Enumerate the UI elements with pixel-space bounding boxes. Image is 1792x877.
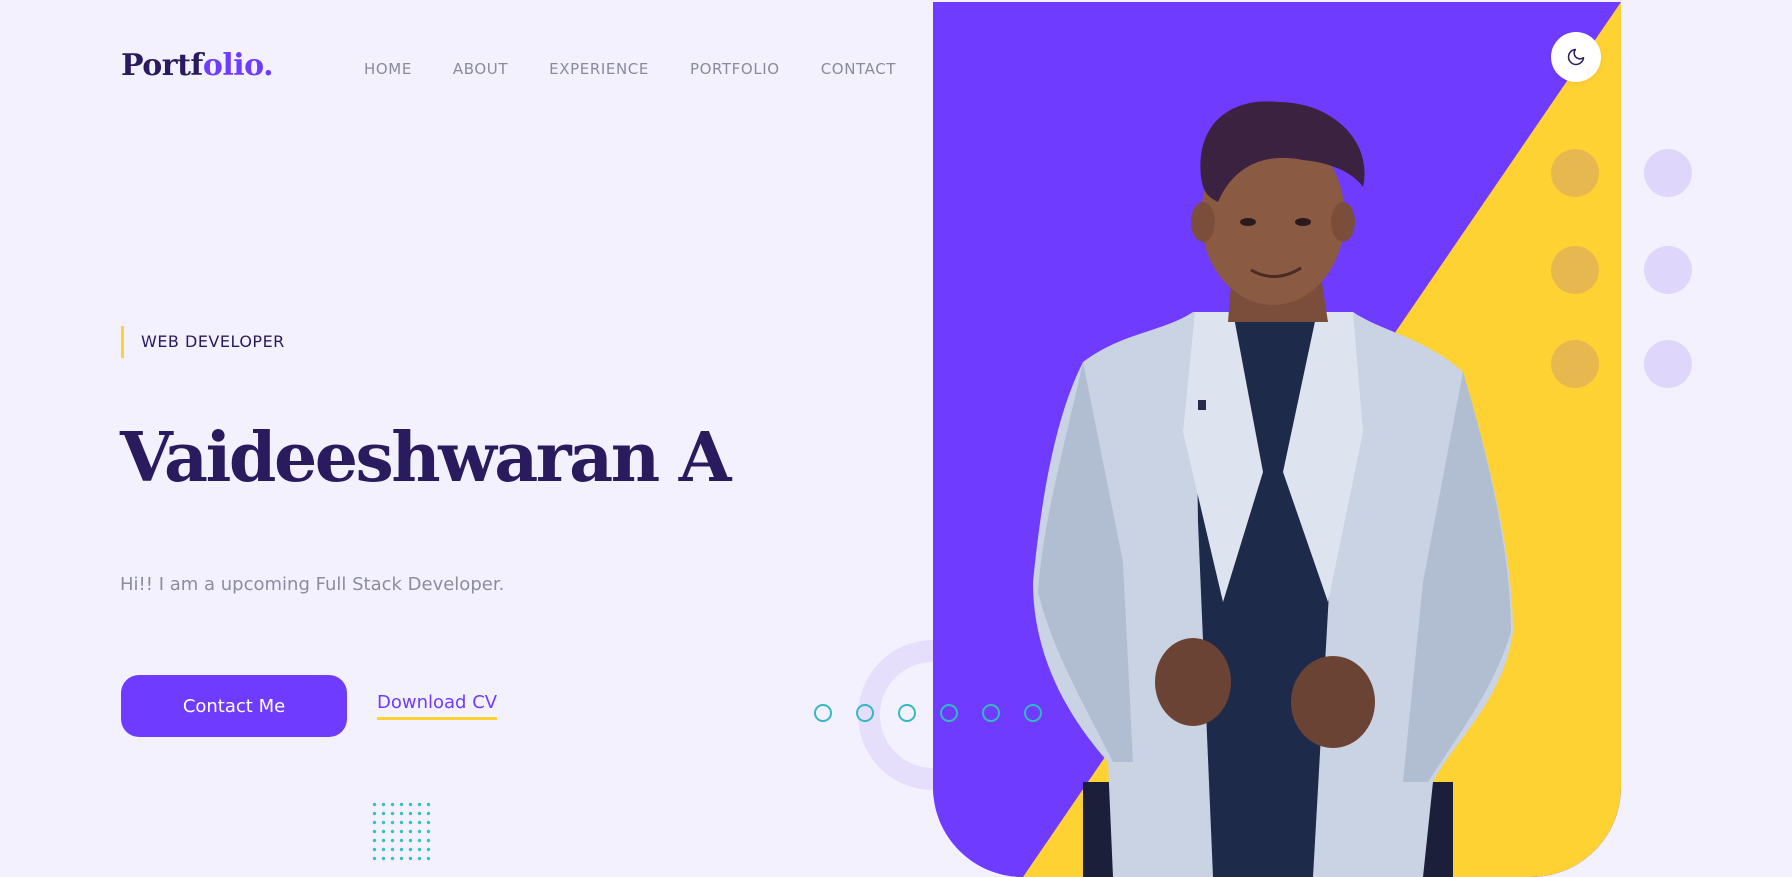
slider-dot[interactable] <box>1024 704 1042 722</box>
slider-dot[interactable] <box>856 704 874 722</box>
gold-bubble-decoration <box>1551 149 1599 197</box>
gold-bubble-decoration <box>1551 340 1599 388</box>
download-cv-link[interactable]: Download CV <box>377 692 498 720</box>
slider-dot[interactable] <box>898 704 916 722</box>
lavender-bubble-decoration <box>1644 149 1692 197</box>
nav-item-portfolio[interactable]: PORTFOLIO <box>690 60 780 78</box>
dot-grid-decoration <box>370 800 434 864</box>
hero-tagline: Hi!! I am a upcoming Full Stack Develope… <box>120 574 505 595</box>
lavender-bubble-decoration <box>1644 246 1692 294</box>
nav-item-about[interactable]: ABOUT <box>453 60 508 78</box>
main-nav: HOME ABOUT EXPERIENCE PORTFOLIO CONTACT <box>364 60 937 78</box>
nav-item-contact[interactable]: CONTACT <box>821 60 896 78</box>
logo-text-part1: Portf <box>121 48 203 83</box>
slider-dot[interactable] <box>940 704 958 722</box>
moon-icon <box>1567 48 1585 66</box>
logo-text-part2: olio <box>202 48 264 83</box>
slider-dots <box>814 704 1066 722</box>
nav-item-experience[interactable]: EXPERIENCE <box>549 60 649 78</box>
site-logo[interactable]: Portfolio. <box>121 48 274 83</box>
contact-me-button[interactable]: Contact Me <box>121 675 347 737</box>
lavender-bubble-decoration <box>1644 340 1692 388</box>
hero-name: Vaideeshwaran A <box>120 418 732 498</box>
person-portrait-icon <box>1033 101 1513 877</box>
gold-bubble-decoration <box>1551 246 1599 294</box>
logo-dot: . <box>263 48 274 83</box>
slider-dot[interactable] <box>814 704 832 722</box>
theme-toggle-button[interactable] <box>1551 32 1601 82</box>
hero-portrait-card <box>933 2 1621 877</box>
nav-item-home[interactable]: HOME <box>364 60 412 78</box>
role-eyebrow: WEB DEVELOPER <box>121 326 285 358</box>
slider-dot[interactable] <box>982 704 1000 722</box>
